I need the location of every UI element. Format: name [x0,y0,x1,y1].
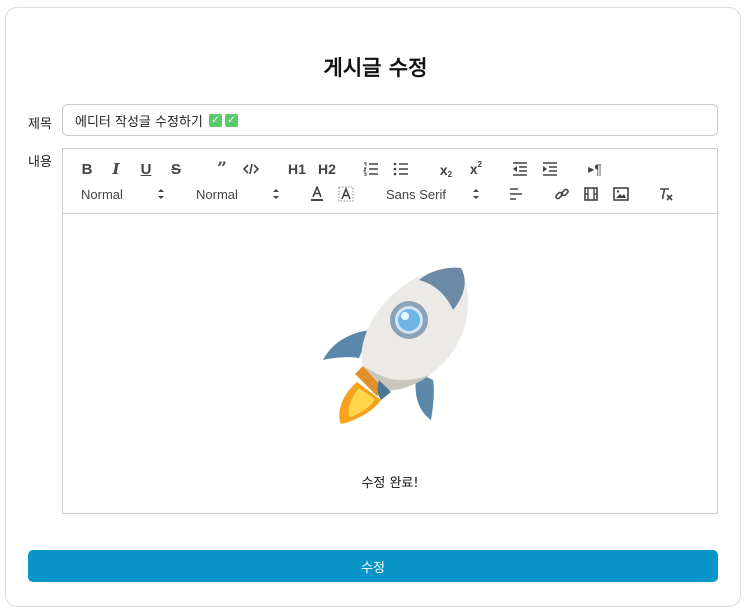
font-picker-label: Sans Serif [386,186,446,202]
outdent-icon[interactable] [509,159,531,179]
header-2-label: H2 [318,161,336,177]
code-block-icon[interactable] [240,159,262,179]
size-picker[interactable]: Normal [196,184,280,204]
ordered-list-icon[interactable] [360,159,382,179]
rocket-icon [323,267,469,424]
blockquote-icon[interactable]: ” [211,159,233,179]
content-caption: 수정 완료! [361,476,419,491]
link-icon[interactable] [551,184,573,204]
title-input[interactable]: 에디터 작성글 수정하기 ✓ ✓ [62,104,718,136]
rich-text-editor: B I U S ” H1 H2 x2 x2 ▶¶ Normal Normal [62,148,718,514]
header-picker[interactable]: Normal [81,184,165,204]
editor-toolbar: B I U S ” H1 H2 x2 x2 ▶¶ Normal Normal [63,149,717,214]
font-picker[interactable]: Sans Serif [386,184,480,204]
picker-arrows-icon [473,189,479,199]
indent-icon[interactable] [539,159,561,179]
align-left-icon[interactable] [505,184,527,204]
text-direction-icon[interactable]: ▶ ¶ [584,159,606,179]
title-input-value: 에디터 작성글 수정하기 [75,114,203,130]
clear-format-icon[interactable] [655,184,677,204]
superscript-icon[interactable]: x2 [465,159,487,179]
bold-icon[interactable]: B [76,159,98,179]
video-icon[interactable] [580,184,602,204]
background-color-icon[interactable] [335,184,357,204]
title-label: 제목 [28,117,52,132]
image-icon[interactable] [610,184,632,204]
italic-icon[interactable]: I [105,159,127,179]
header-picker-label: Normal [81,186,123,202]
content-label: 내용 [28,155,52,170]
check-mark-icon: ✓ [224,113,238,127]
header-1-label: H1 [288,161,306,177]
underline-icon[interactable]: U [135,159,157,179]
bullet-list-icon[interactable] [390,159,412,179]
picker-arrows-icon [158,189,164,199]
submit-button[interactable]: 수정 [28,550,718,582]
picker-arrows-icon [273,189,279,199]
strike-icon[interactable]: S [165,159,187,179]
header-2-icon[interactable]: H2 [315,159,339,179]
page-title: 게시글 수정 [323,56,428,80]
check-mark-icon: ✓ [208,113,222,127]
text-color-icon[interactable] [306,184,328,204]
editor-content[interactable]: 수정 완료! [63,215,717,513]
subscript-icon[interactable]: x2 [435,160,457,180]
header-1-icon[interactable]: H1 [285,159,309,179]
size-picker-label: Normal [196,186,238,202]
